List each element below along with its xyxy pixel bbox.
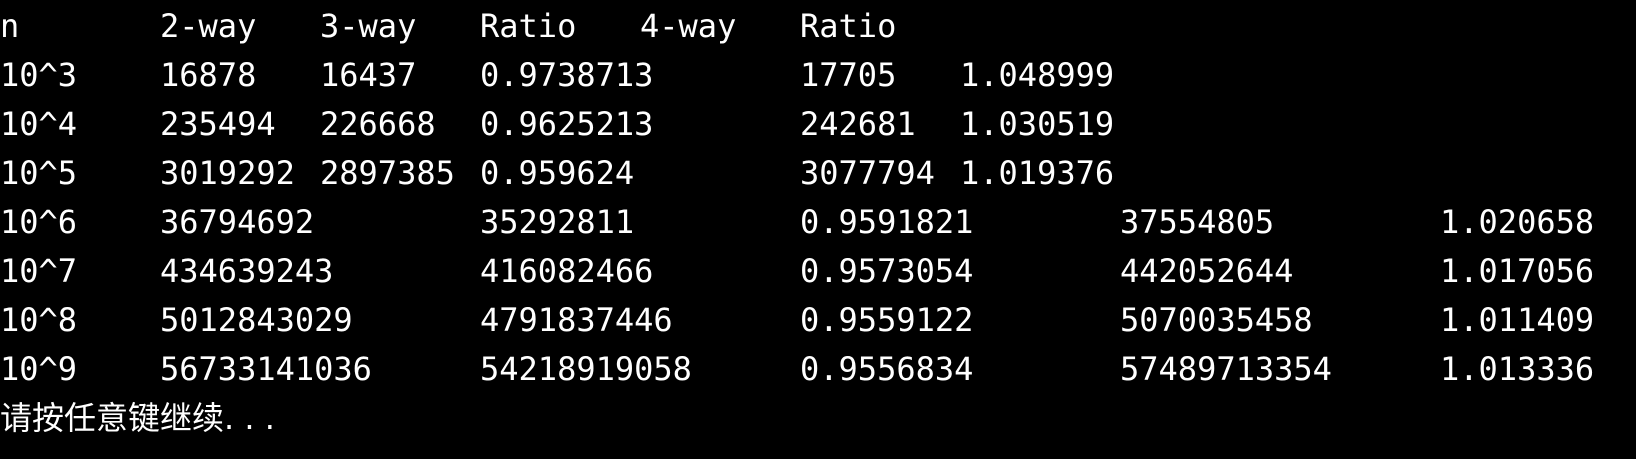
header-4way: 4-way (640, 7, 737, 45)
row-2way: 5012843029 (160, 301, 353, 339)
row-4way: 242681 (800, 105, 916, 143)
table-row: 10^8 5012843029 4791837446 0.9559122 507… (0, 296, 1636, 345)
row-ratio-4: 1.030519 (960, 105, 1115, 143)
row-ratio-3: 0.9625213 (480, 105, 654, 143)
row-ratio-4: 1.013336 (1440, 350, 1595, 388)
row-ratio-4: 1.017056 (1440, 252, 1595, 290)
row-ratio-3: 0.9556834 (800, 350, 974, 388)
row-4way: 442052644 (1120, 252, 1294, 290)
row-ratio-3: 0.9559122 (800, 301, 974, 339)
console-window: n 2-way 3-way Ratio 4-way Ratio 10^3 168… (0, 0, 1636, 459)
row-3way: 416082466 (480, 252, 654, 290)
row-2way: 235494 (160, 105, 276, 143)
header-2way: 2-way (160, 7, 257, 45)
row-n: 10^6 (0, 203, 78, 241)
table-row: 10^9 56733141036 54218919058 0.9556834 5… (0, 345, 1636, 394)
row-4way: 5070035458 (1120, 301, 1313, 339)
row-2way: 3019292 (160, 154, 295, 192)
row-3way: 16437 (320, 56, 417, 94)
row-n: 10^3 (0, 56, 78, 94)
row-ratio-4: 1.020658 (1440, 203, 1595, 241)
header-ratio-4: Ratio (800, 7, 897, 45)
header-ratio-3: Ratio (480, 7, 577, 45)
row-ratio-4: 1.011409 (1440, 301, 1595, 339)
table-row: 10^7 434639243 416082466 0.9573054 44205… (0, 247, 1636, 296)
row-ratio-3: 0.959624 (480, 154, 635, 192)
row-n: 10^8 (0, 301, 78, 339)
row-2way: 16878 (160, 56, 257, 94)
row-n: 10^5 (0, 154, 78, 192)
row-2way: 36794692 (160, 203, 315, 241)
table-row: 10^6 36794692 35292811 0.9591821 3755480… (0, 198, 1636, 247)
row-2way: 434639243 (160, 252, 334, 290)
row-4way: 57489713354 (1120, 350, 1332, 388)
row-n: 10^7 (0, 252, 78, 290)
row-ratio-4: 1.048999 (960, 56, 1115, 94)
row-3way: 35292811 (480, 203, 635, 241)
header-3way: 3-way (320, 7, 417, 45)
row-3way: 54218919058 (480, 350, 692, 388)
row-3way: 2897385 (320, 154, 455, 192)
row-n: 10^9 (0, 350, 78, 388)
table-row: 10^3 16878 16437 0.9738713 17705 1.04899… (0, 51, 1636, 100)
row-ratio-4: 1.019376 (960, 154, 1115, 192)
header-n: n (0, 7, 20, 45)
row-4way: 37554805 (1120, 203, 1275, 241)
row-4way: 17705 (800, 56, 897, 94)
row-4way: 3077794 (800, 154, 935, 192)
press-any-key-prompt: 请按任意键继续. . . (0, 399, 275, 437)
continue-prompt-line: 请按任意键继续. . . (0, 394, 1636, 443)
table-row: 10^4 235494 226668 0.9625213 242681 1.03… (0, 100, 1636, 149)
row-ratio-3: 0.9573054 (800, 252, 974, 290)
header-row: n 2-way 3-way Ratio 4-way Ratio (0, 2, 1636, 51)
row-3way: 226668 (320, 105, 436, 143)
table-row: 10^5 3019292 2897385 0.959624 3077794 1.… (0, 149, 1636, 198)
row-ratio-3: 0.9738713 (480, 56, 654, 94)
row-ratio-3: 0.9591821 (800, 203, 974, 241)
row-2way: 56733141036 (160, 350, 372, 388)
row-n: 10^4 (0, 105, 78, 143)
row-3way: 4791837446 (480, 301, 673, 339)
